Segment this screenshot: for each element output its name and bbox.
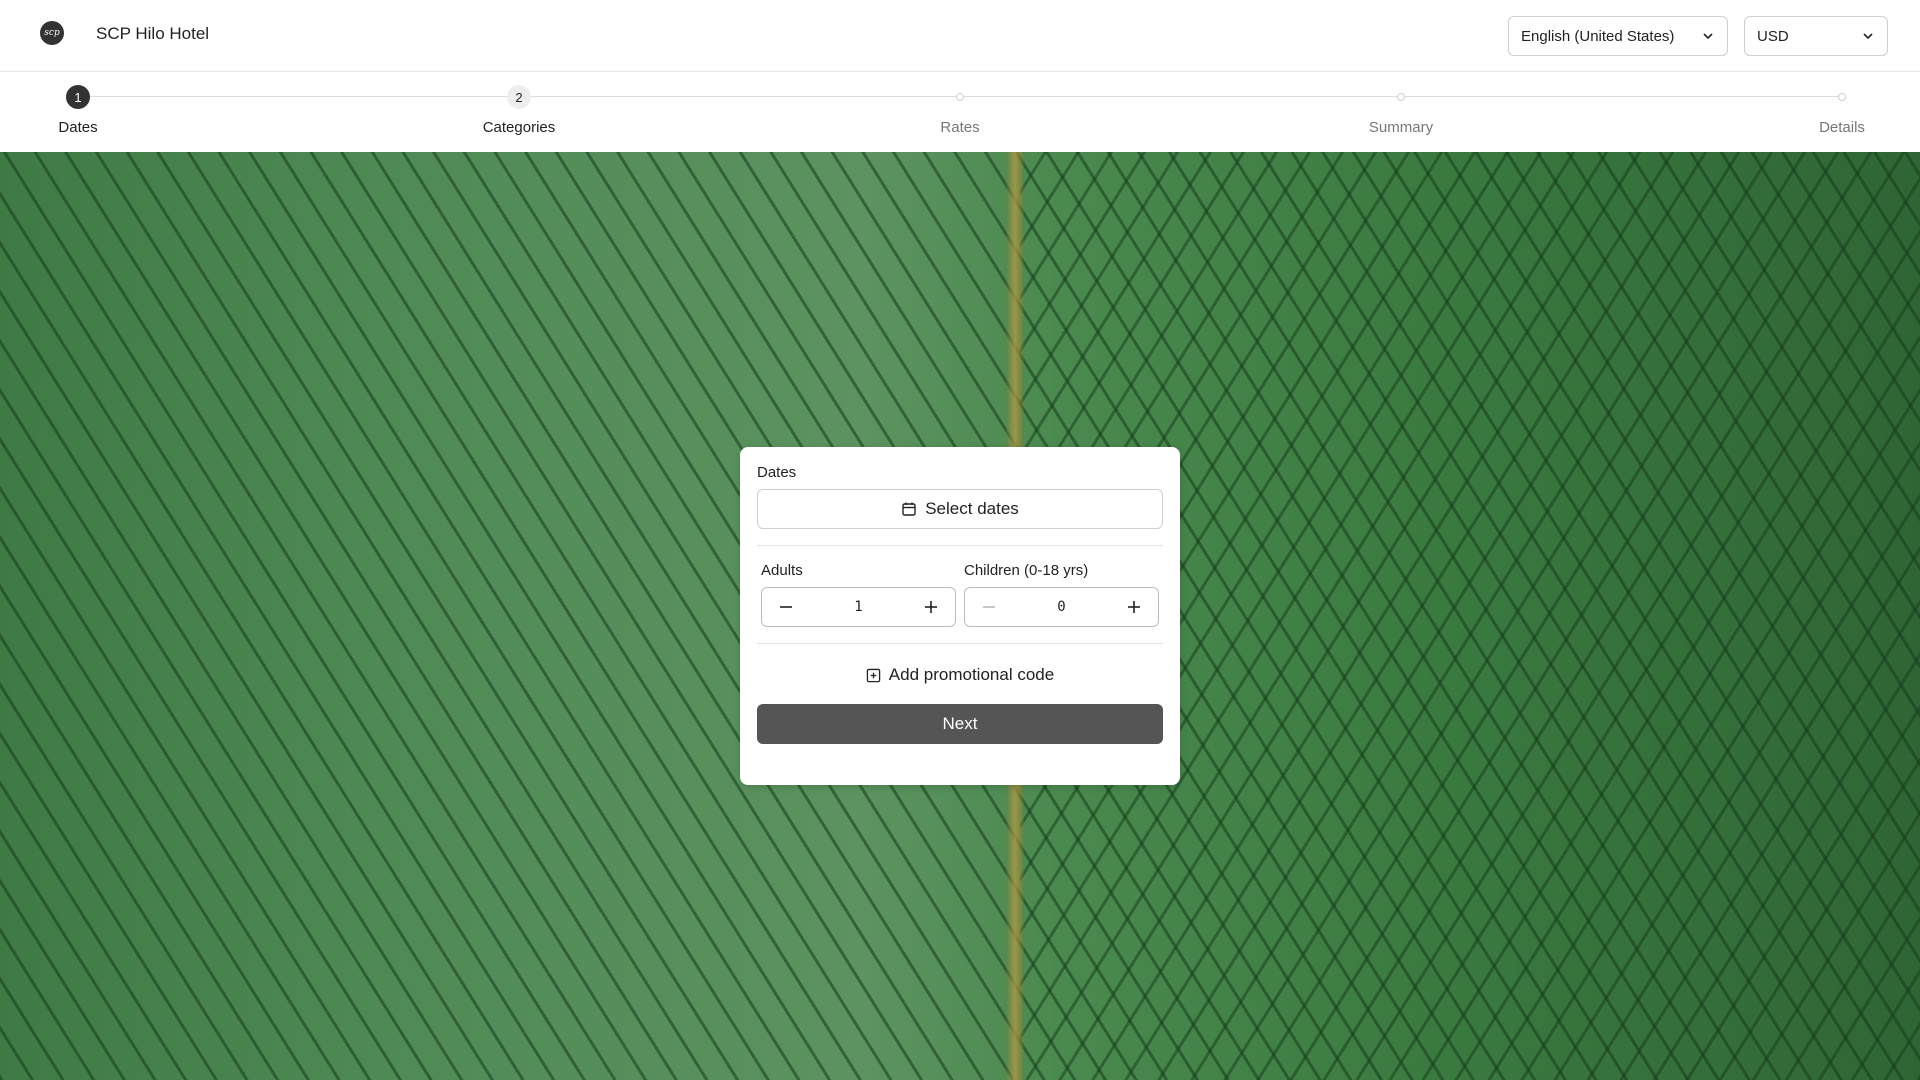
step-label: Rates	[940, 119, 980, 136]
adults-decrement-button[interactable]	[776, 597, 796, 617]
plus-icon	[1128, 601, 1140, 613]
booking-card: Dates Select dates Adults 1 Children (0-…	[740, 447, 1180, 785]
add-promo-code-button[interactable]: Add promotional code	[757, 660, 1163, 690]
step-dot	[1838, 93, 1846, 101]
divider	[757, 643, 1163, 644]
children-stepper: 0	[964, 587, 1159, 627]
step-label: Details	[1819, 119, 1865, 136]
adults-group: Adults 1	[761, 562, 956, 627]
children-decrement-button[interactable]	[979, 597, 999, 617]
select-dates-label: Select dates	[925, 499, 1019, 518]
step-rates: Rates	[880, 73, 1040, 136]
adults-stepper: 1	[761, 587, 956, 627]
step-dates[interactable]: 1 Dates	[0, 73, 158, 136]
step-summary: Summary	[1321, 73, 1481, 136]
adults-increment-button[interactable]	[921, 597, 941, 617]
divider	[757, 545, 1163, 546]
step-dot	[1397, 93, 1405, 101]
plus-icon	[925, 601, 937, 613]
minus-icon	[780, 606, 792, 608]
step-label: Dates	[58, 119, 98, 136]
step-label: Categories	[482, 119, 556, 136]
currency-select[interactable]: USD	[1744, 16, 1888, 56]
language-select[interactable]: English (United States)	[1508, 16, 1728, 56]
step-details: Details	[1762, 73, 1920, 136]
add-box-icon	[866, 668, 881, 682]
hotel-name: SCP Hilo Hotel	[96, 24, 210, 43]
step-number: 1	[66, 85, 90, 109]
adults-value[interactable]: 1	[854, 599, 862, 615]
guest-selectors: Adults 1 Children (0-18 yrs) 0	[757, 562, 1163, 627]
minus-icon	[983, 606, 995, 608]
app-header: scp SCP Hilo Hotel English (United State…	[0, 0, 1920, 72]
calendar-icon	[902, 502, 916, 516]
step-label: Summary	[1368, 119, 1434, 136]
booking-stepper: 1 Dates 2 Categories Rates Summary Detai…	[0, 73, 1920, 152]
currency-value: USD	[1757, 27, 1789, 45]
step-number: 2	[507, 85, 531, 109]
dates-label: Dates	[757, 464, 797, 481]
step-categories[interactable]: 2 Categories	[439, 73, 599, 136]
children-increment-button[interactable]	[1124, 597, 1144, 617]
select-dates-button[interactable]: Select dates	[757, 489, 1163, 529]
next-button[interactable]: Next	[757, 704, 1163, 744]
children-label: Children (0-18 yrs)	[964, 562, 1089, 579]
language-value: English (United States)	[1521, 27, 1675, 45]
hotel-logo[interactable]: scp	[40, 21, 64, 45]
children-group: Children (0-18 yrs) 0	[964, 562, 1159, 627]
adults-label: Adults	[761, 562, 803, 579]
chevron-down-icon	[1863, 33, 1873, 40]
chevron-down-icon	[1703, 33, 1713, 40]
children-value[interactable]: 0	[1057, 599, 1065, 615]
step-dot	[956, 93, 964, 101]
promo-label: Add promotional code	[888, 665, 1055, 684]
